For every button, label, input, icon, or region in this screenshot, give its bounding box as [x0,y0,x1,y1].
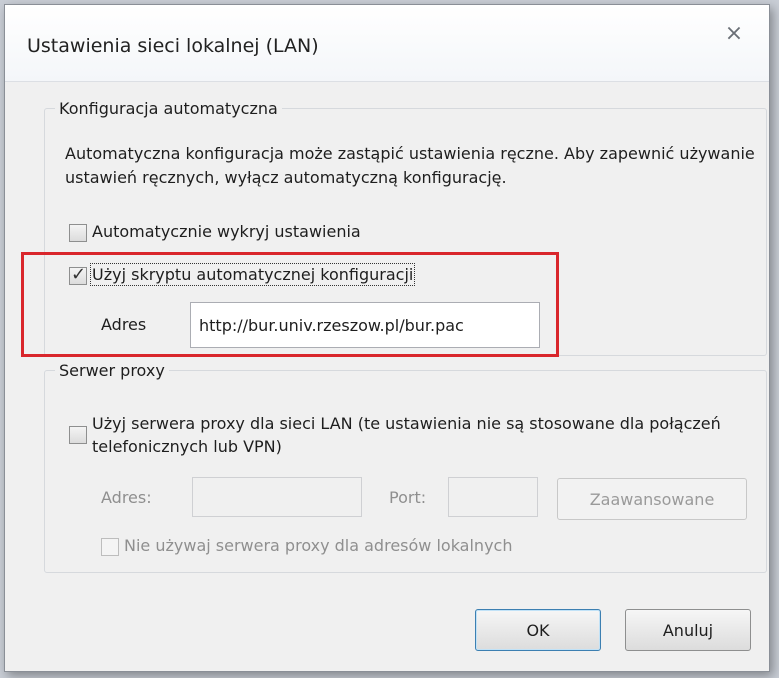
proxy-port-label: Port: [389,488,427,507]
detect-settings-checkbox[interactable] [69,224,87,242]
use-script-option[interactable]: Użyj skryptu automatycznej konfiguracji [69,263,416,286]
bypass-local-label: Nie używaj serwera proxy dla adresów lok… [124,536,513,555]
auto-config-group: Konfiguracja automatyczna Automatyczna k… [21,99,767,357]
detect-settings-option[interactable]: Automatycznie wykryj ustawienia [69,222,361,242]
bypass-local-option[interactable]: Nie używaj serwera proxy dla adresów lok… [101,536,512,556]
proxy-address-label: Adres: [101,488,152,507]
auto-config-legend: Konfiguracja automatyczna [59,99,278,118]
ok-button[interactable]: OK [475,609,601,651]
use-proxy-label: Użyj serwera proxy dla sieci LAN (te ust… [92,414,721,456]
use-proxy-checkbox[interactable] [69,426,87,444]
advanced-button[interactable]: Zaawansowane [557,478,747,520]
dialog-title: Ustawienia sieci lokalnej (LAN) [27,35,319,57]
proxy-legend: Serwer proxy [59,361,165,380]
proxy-address-input[interactable] [192,477,362,517]
bypass-local-checkbox[interactable] [101,538,119,556]
cancel-button[interactable]: Anuluj [625,609,751,651]
use-proxy-option[interactable]: Użyj serwera proxy dla sieci LAN (te ust… [69,412,729,458]
title-bar: Ustawienia sieci lokalnej (LAN) ⨯ [5,5,769,82]
close-icon[interactable]: ⨯ [719,21,749,47]
auto-config-description: Automatyczna konfiguracja może zastąpić … [65,144,755,187]
detect-settings-label: Automatycznie wykryj ustawienia [92,222,361,241]
script-address-input[interactable]: http://bur.univ.rzeszow.pl/bur.pac [190,302,540,348]
script-address-label: Adres [101,315,147,334]
proxy-port-input[interactable] [448,477,538,517]
use-script-label: Użyj skryptu automatycznej konfiguracji [89,263,416,286]
use-script-checkbox[interactable] [69,264,87,285]
lan-settings-dialog: Ustawienia sieci lokalnej (LAN) ⨯ Konfig… [4,4,770,672]
proxy-group: Serwer proxy Użyj serwera proxy dla siec… [44,361,767,573]
